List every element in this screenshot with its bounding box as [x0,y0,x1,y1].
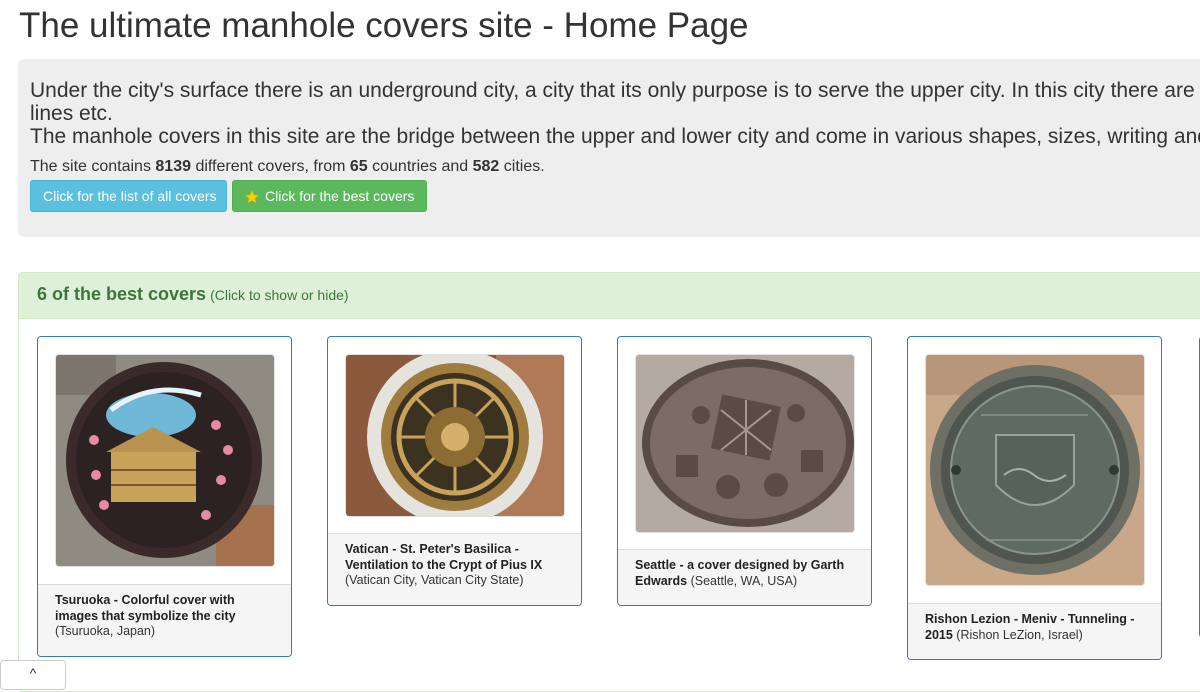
intro-line-1: Under the city's surface there is an und… [30,79,1200,102]
stats-suffix: cities. [499,158,545,175]
cover-card-rishon-lezion[interactable]: Rishon Lezion - Meniv - Tunneling - 2015… [907,336,1162,660]
scroll-top-tab[interactable]: ^ [0,660,66,690]
cover-card-vatican[interactable]: Vatican - St. Peter's Basilica - Ventila… [327,336,582,606]
best-covers-panel-heading[interactable]: 6 of the best covers (Click to show or hi… [19,273,1200,319]
cover-place-rishon-lezion: (Rishon LeZion, Israel) [956,627,1083,642]
cover-card-tsuruoka[interactable]: Tsuruoka - Colorful cover with images th… [37,336,292,657]
cover-caption-tsuruoka: Tsuruoka - Colorful cover with images th… [38,584,291,656]
all-covers-button[interactable]: Click for the list of all covers [30,180,227,212]
best-covers-panel-hint: (Click to show or hide) [210,287,349,303]
button-row: Click for the list of all covers Click f… [30,180,1200,212]
cover-photo-seattle[interactable] [634,354,855,533]
cover-place-seattle: (Seattle, WA, USA) [690,573,798,588]
cover-card-seattle[interactable]: Seattle - a cover designed by Garth Edwa… [617,336,872,606]
best-covers-button-label: Click for the best covers [265,188,415,204]
stats-mid-2: countries and [367,158,473,175]
cover-place-tsuruoka: (Tsuruoka, Japan) [55,624,156,638]
best-covers-button[interactable]: Click for the best covers [232,180,427,212]
intro-line-2: lines etc. [30,102,113,125]
intro-jumbotron: Under the city's surface there is an und… [18,59,1200,237]
cover-caption-vatican: Vatican - St. Peter's Basilica - Ventila… [328,533,581,605]
stats-covers-count: 8139 [155,158,191,175]
stats-cities-count: 582 [472,158,500,175]
stats-mid-1: different covers, from [191,158,350,175]
site-stats: The site contains 8139 different covers,… [30,158,1200,176]
star-icon [244,189,260,204]
cover-photo-rishon-lezion[interactable] [924,354,1145,586]
cover-caption-rishon-lezion: Rishon Lezion - Meniv - Tunneling - 2015… [908,603,1161,659]
best-covers-panel: 6 of the best covers (Click to show or hi… [18,272,1200,692]
stats-prefix: The site contains [30,158,156,175]
cover-title-tsuruoka: Tsuruoka - Colorful cover with images th… [55,593,236,623]
intro-line-3: The manhole covers in this site are the … [30,125,1200,148]
best-covers-panel-title: 6 of the best covers [37,284,207,304]
cover-title-vatican: Vatican - St. Peter's Basilica - Ventila… [345,542,543,572]
cover-place-vatican: (Vatican City, Vatican City State) [345,573,524,587]
all-covers-button-label: Click for the list of all covers [43,188,217,204]
cover-photo-tsuruoka[interactable] [54,354,275,567]
cover-caption-seattle: Seattle - a cover designed by Garth Edwa… [618,549,871,605]
cover-photo-vatican[interactable] [344,354,565,517]
stats-countries-count: 65 [349,158,368,175]
page-title: The ultimate manhole covers site - Home … [19,6,749,45]
